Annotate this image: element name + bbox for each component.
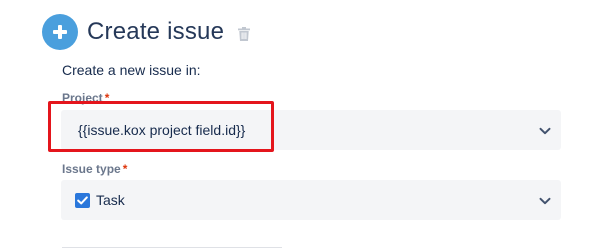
highlight-annotation	[48, 101, 274, 152]
required-marker: *	[122, 162, 128, 176]
panel-header: Create issue	[42, 14, 251, 50]
chevron-down-icon	[539, 124, 551, 136]
issue-type-label: Issue type *	[62, 162, 127, 176]
create-in-label: Create a new issue in:	[62, 62, 201, 78]
chevron-down-icon	[539, 194, 551, 206]
issue-type-select[interactable]: Task	[61, 180, 561, 220]
plus-circle-icon[interactable]	[42, 14, 78, 50]
trash-icon[interactable]	[238, 27, 251, 41]
task-checkbox-icon	[75, 192, 90, 208]
divider	[62, 247, 282, 248]
page-title: Create issue	[87, 18, 225, 45]
issue-type-select-value: Task	[96, 192, 125, 208]
create-issue-panel: Create issue Create a new issue in: Proj…	[0, 0, 606, 250]
issue-type-label-text: Issue type	[62, 162, 121, 176]
